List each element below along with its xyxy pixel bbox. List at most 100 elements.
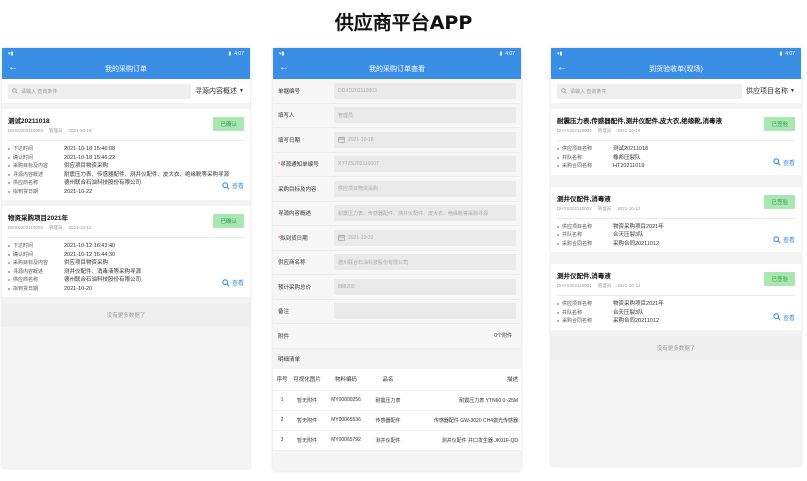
divider: [8, 237, 244, 238]
table-cell: 测井仪配件 井口发生器 JK01F-QD: [441, 437, 518, 444]
page-title: 供应商平台APP: [334, 12, 473, 34]
calendar-icon: [338, 234, 345, 241]
view-button[interactable]: 查看: [222, 181, 244, 190]
search-icon: [12, 88, 18, 94]
card-meta: DHYS202110002 管理员 2021-10-12: [557, 206, 795, 212]
form-label: 采购目标及内容: [278, 185, 334, 193]
form-label-text: 单据编号: [278, 88, 301, 95]
back-arrow-icon[interactable]: ←: [8, 62, 18, 74]
form-field[interactable]: XYTZS202110007: [334, 156, 516, 173]
table-cell: 3: [280, 437, 284, 443]
form-field[interactable]: 2021-10-18: [334, 131, 516, 148]
form-field[interactable]: DDXD202110003: [334, 82, 516, 99]
filter-label: 供应项目名称: [746, 88, 789, 95]
view-button[interactable]: 查看: [222, 278, 244, 287]
back-arrow-icon[interactable]: ←: [279, 62, 289, 74]
form-row: 填写人 管理员: [273, 103, 521, 128]
form-value: 888200: [338, 283, 355, 290]
divider: [557, 217, 795, 219]
field-row: 下达时间 2021-10-18 15:46:08: [8, 145, 244, 154]
search-icon: [773, 235, 781, 244]
form-field[interactable]: 2021-10-22: [334, 229, 516, 246]
table-row[interactable]: 1 暂无附件 MY00000256 耐震压力表 耐震压力表 YTN60 0~25M: [273, 391, 521, 411]
no-more-data: 没有更多数据了: [551, 335, 801, 360]
field-label: 确认时间: [8, 251, 64, 260]
attachment-row[interactable]: 附件 0个附件: [273, 324, 521, 349]
card-date: 2021-10-12: [617, 205, 641, 211]
order-creator: 管理员: [48, 128, 63, 133]
field-row: 确认时间 2021-10-18 15:46:22: [8, 154, 244, 163]
order-code: DDXD202110002: [8, 225, 43, 230]
screen-title: 我的采购订单查看: [369, 66, 425, 73]
field-value: 供应项目物资采购: [64, 163, 109, 169]
caret-down-icon: ▼: [790, 88, 795, 94]
field-value: 物资采购项目2021年: [613, 223, 664, 230]
divider: [557, 140, 795, 141]
card-date: 2021-10-19: [617, 128, 641, 133]
card-title: 测井仪配件,消毒液: [557, 195, 611, 203]
field-label: 下达时间: [8, 145, 64, 154]
card-creator: 管理员: [597, 283, 612, 288]
form-field[interactable]: [334, 303, 516, 320]
detail-section-title: 明细清单: [273, 348, 521, 369]
form-label: *寻源通知单编号: [278, 160, 334, 168]
field-row: 井队名称 合天压裂3队: [557, 309, 795, 318]
acceptance-card[interactable]: 耐震压力表,传感器配件,测井仪配件,皮大衣,绝缘靴,消毒液 DHYS2021100…: [551, 109, 801, 175]
table-cell: 暂无附件: [296, 417, 317, 424]
form-value: DDXD202110003: [338, 87, 377, 94]
table-row[interactable]: 2 暂无附件 MY00065536 传感器配件 传感器配件 GW-3020 CH4激光传…: [273, 411, 521, 431]
status-badge: 已签验: [764, 117, 795, 131]
search-icon: [773, 313, 781, 321]
form-field[interactable]: 供应项目物资采购: [334, 180, 516, 197]
view-button[interactable]: 查看: [773, 235, 795, 244]
card-title: 测井仪配件,消毒液: [557, 273, 611, 280]
filter-dropdown[interactable]: 寻源内容概述 ▼: [195, 86, 244, 96]
field-value: 供应项目物资采购: [64, 260, 109, 266]
attachment-label: 附件: [278, 333, 290, 340]
table-cell: 1: [280, 397, 284, 403]
field-value: 橡邦压裂队: [613, 154, 641, 161]
card-code: DHYS202110002: [557, 205, 592, 211]
form-field[interactable]: 888200: [334, 278, 516, 295]
filter-label: 寻源内容概述: [195, 88, 238, 95]
field-row: 供应项目名称 物资采购项目2021年: [557, 223, 795, 232]
order-meta: DDXD202110002 管理员 2021-10-12: [8, 225, 244, 231]
search-input[interactable]: 请输入 查询条件: [557, 83, 743, 99]
field-value: 2021-10-12 16:43:40: [64, 243, 116, 249]
form-field[interactable]: 管理员: [334, 107, 516, 124]
search-input[interactable]: 请输入 查询条件: [8, 83, 192, 99]
form-field[interactable]: 德州联合石油科技股份有限公司: [334, 254, 516, 271]
form-field[interactable]: 耐震压力表、传感器配件、测井仪配件、皮大衣、绝缘靴等采购寻源: [334, 205, 516, 222]
acceptance-card[interactable]: 测井仪配件,消毒液 DHYS202110002 管理员 2021-10-12 已签验 供应…: [551, 186, 801, 252]
status-badge: 已确认: [213, 214, 244, 228]
form-label: *拟到货日期: [278, 234, 334, 242]
back-arrow-icon[interactable]: ←: [557, 62, 567, 74]
order-card[interactable]: 物资采购项目2021年 DDXD202110002 管理员 2021-10-12 已…: [2, 206, 250, 297]
filter-dropdown[interactable]: 供应项目名称 ▼: [746, 86, 795, 96]
field-label: 采购目标及内容: [8, 162, 64, 171]
no-more-data: 没有更多数据了: [2, 303, 250, 327]
table-cell: 测井仪配件: [375, 437, 401, 444]
detail-table: 序号 可视化图片 物料编码 品名 描述 1 暂无附件 MY00000256 耐震压力表 耐震压力表…: [273, 368, 521, 451]
table-row[interactable]: 3 暂无附件 MY00065792 测井仪配件 测井仪配件 井口发生器 JK01F-QD: [273, 431, 521, 451]
search-icon: [561, 88, 567, 94]
form-label: 寻源内容概述: [278, 209, 334, 217]
search-icon: [222, 181, 230, 190]
order-card[interactable]: 测试20211018 DDXD202110003 管理员 2021-10-19 已确…: [2, 109, 250, 200]
card-meta: DHYS202110004 管理员 2021-10-19: [557, 128, 795, 134]
field-label: 井队名称: [557, 309, 613, 318]
order-date: 2021-10-19: [68, 128, 92, 133]
view-button[interactable]: 查看: [773, 313, 795, 322]
form-row: 供应商名称 德州联合石油科技股份有限公司: [273, 250, 521, 275]
form-value: 供应项目物资采购: [338, 186, 379, 193]
form-label-text: 拟到货日期: [280, 235, 308, 242]
view-label: 查看: [231, 184, 244, 190]
field-row: 采购合同名称 采购合同20211012: [557, 240, 795, 249]
field-label: 供应项目名称: [557, 300, 613, 309]
view-label: 查看: [782, 160, 795, 167]
calendar-icon: [338, 136, 345, 143]
view-button[interactable]: 查看: [773, 158, 795, 167]
field-value: 德州联合石油科技股份有限公司: [64, 277, 142, 283]
acceptance-card[interactable]: 测井仪配件,消毒液 DHYS202110001 管理员 2021-10-12 已签验 供应…: [551, 264, 801, 330]
column-header: 品名: [382, 377, 394, 383]
